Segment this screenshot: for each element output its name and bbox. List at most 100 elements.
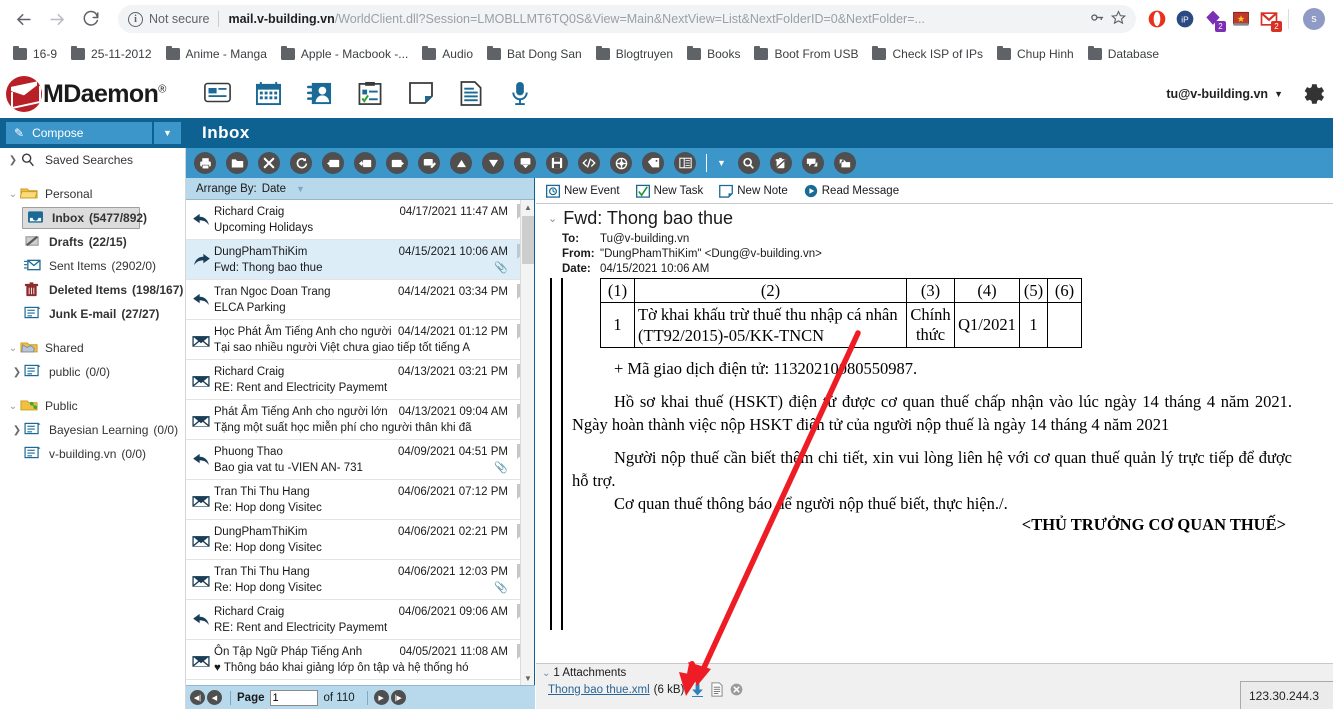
key-icon[interactable] [1090, 10, 1105, 28]
email-icon[interactable] [203, 81, 231, 108]
sidebar-item-public[interactable]: ❯ public (0/0) [0, 360, 186, 384]
sidebar-item-deleted-items[interactable]: Deleted Items (198/167) [0, 278, 186, 302]
message-list-item[interactable]: Tran Ngoc Doan Trang 04/14/2021 03:34 PM … [186, 280, 534, 320]
scroll-up-icon[interactable]: ▲ [521, 200, 535, 214]
message-list-item[interactable]: Phuong Thao 04/09/2021 04:51 PM Bao gia v… [186, 440, 534, 480]
new-task-button[interactable]: New Task [635, 184, 703, 198]
move-to-folder-icon[interactable] [226, 152, 248, 174]
sidebar-item-sent-items[interactable]: Sent Items (2902/0) [0, 254, 186, 278]
documents-icon[interactable] [459, 80, 486, 108]
chevron-right-icon[interactable]: ❯ [6, 155, 20, 166]
avatar[interactable]: s [1303, 8, 1325, 30]
flag-extension-icon[interactable] [1228, 6, 1254, 32]
saved-searches-row[interactable]: ❯ Saved Searches [0, 148, 186, 172]
prev-page-icon[interactable]: ◀ [207, 690, 222, 705]
message-list-item[interactable]: Richard Craig 04/13/2021 03:21 PM RE: Ren… [186, 360, 534, 400]
sidebar-item-junk-email[interactable]: Junk E-mail (27/27) [0, 302, 186, 326]
voicemail-icon[interactable] [510, 81, 537, 108]
sidebar-item-bayesian-learning[interactable]: ❯ Bayesian Learning (0/0) [0, 418, 186, 442]
sidebar-item-inbox[interactable]: Inbox (5477/892) [22, 207, 147, 229]
chevron-right-icon[interactable]: ❯ [10, 367, 24, 378]
attachments-header[interactable]: ⌄ 1 Attachments [542, 667, 1333, 679]
calendar-icon[interactable] [255, 81, 282, 108]
message-list-item[interactable]: Richard Craig 04/17/2021 11:47 AM Upcomin… [186, 200, 534, 240]
bookmark-item[interactable]: Database [1081, 44, 1166, 64]
chevron-right-icon[interactable]: ❯ [10, 425, 24, 436]
page-input[interactable] [269, 689, 318, 706]
view-layout-icon[interactable] [674, 152, 696, 174]
reload-icon[interactable] [76, 4, 106, 34]
chevron-down-icon[interactable]: ▼ [296, 184, 305, 194]
empty-trash-icon[interactable] [769, 152, 792, 174]
first-page-icon[interactable]: ◀| [190, 690, 205, 705]
next-page-icon[interactable]: ▶ [373, 690, 389, 705]
chevron-down-icon[interactable]: ⌄ [6, 401, 20, 412]
refresh-icon[interactable] [290, 152, 312, 174]
address-bar[interactable]: i Not secure mail.v-building.vn/WorldCli… [118, 5, 1136, 33]
bookmark-item[interactable]: Apple - Macbook -... [274, 44, 415, 64]
user-email-label[interactable]: tu@v-building.vn [1166, 87, 1268, 101]
bookmark-item[interactable]: Check ISP of IPs [865, 44, 990, 64]
sidebar-group-public[interactable]: ⌄ Public [0, 394, 186, 418]
notes-icon[interactable] [408, 81, 435, 108]
compose-dropdown-button[interactable]: ▼ [153, 122, 181, 144]
message-list-item[interactable]: Richard Craig 04/06/2021 09:06 AM RE: Ren… [186, 600, 534, 640]
mark-read-icon[interactable] [514, 152, 536, 174]
view-source-icon[interactable] [578, 152, 600, 174]
spam-icon[interactable] [801, 152, 824, 174]
bookmark-item[interactable]: 25-11-2012 [64, 44, 159, 64]
message-list-item[interactable]: DungPhamThiKim 04/06/2021 02:21 PM Re: Ho… [186, 520, 534, 560]
gear-icon[interactable] [1297, 80, 1325, 108]
redirect-icon[interactable] [610, 152, 632, 174]
message-list-item[interactable]: Tran Thi Thu Hang 04/06/2021 07:12 PM Re:… [186, 480, 534, 520]
move-up-icon[interactable] [450, 152, 472, 174]
star-icon[interactable] [1110, 10, 1127, 28]
bookmark-item[interactable]: Bat Dong San [480, 44, 589, 64]
tag-icon[interactable] [642, 152, 664, 174]
sidebar-group-personal[interactable]: ⌄ Personal [0, 182, 186, 206]
chevron-down-icon[interactable]: ⌄ [542, 668, 550, 679]
sidebar-item-v-building[interactable]: v-building.vn (0/0) [0, 442, 186, 466]
remove-attachment-icon[interactable] [730, 683, 743, 696]
save-icon[interactable] [546, 152, 568, 174]
bookmark-item[interactable]: Anime - Manga [159, 44, 274, 64]
arrange-by-bar[interactable]: Arrange By: Date ▼ [186, 178, 534, 200]
scroll-down-icon[interactable]: ▼ [521, 671, 535, 685]
list-scrollbar[interactable]: ▲ ▼ [520, 200, 534, 685]
print-icon[interactable] [194, 152, 216, 174]
bookmark-item[interactable]: Boot From USB [747, 44, 865, 64]
not-spam-icon[interactable] [833, 152, 856, 174]
bookmark-item[interactable]: Blogtruyen [589, 44, 680, 64]
reply-all-icon[interactable] [354, 152, 376, 174]
attachment-filename-link[interactable]: Thong bao thue.xml [548, 684, 650, 696]
forward-arrow-icon[interactable] [42, 4, 72, 34]
contacts-icon[interactable] [306, 81, 333, 108]
chevron-down-icon[interactable]: ⌄ [548, 212, 557, 225]
gmail-extension-icon[interactable]: 2 [1256, 6, 1282, 32]
last-page-icon[interactable]: |▶ [390, 690, 406, 705]
bookmark-item[interactable]: 16-9 [6, 44, 64, 64]
bookmark-item[interactable]: Books [680, 44, 747, 64]
tasks-icon[interactable] [357, 81, 384, 108]
chevron-down-icon[interactable]: ⌄ [6, 189, 20, 200]
chevron-down-icon[interactable]: ▼ [1274, 89, 1283, 99]
edit-as-new-icon[interactable] [418, 152, 440, 174]
bookmark-item[interactable]: Audio [415, 44, 480, 64]
chevron-down-icon[interactable]: ▼ [717, 158, 726, 168]
view-file-icon[interactable] [711, 682, 723, 697]
move-down-icon[interactable] [482, 152, 504, 174]
sidebar-item-drafts[interactable]: Drafts (22/15) [0, 230, 186, 254]
read-message-button[interactable]: Read Message [804, 184, 899, 198]
purple-extension-icon[interactable]: 2 [1200, 6, 1226, 32]
opera-extension-icon[interactable] [1144, 6, 1170, 32]
back-arrow-icon[interactable] [8, 4, 38, 34]
compose-button[interactable]: ✎ Compose [6, 122, 152, 144]
sidebar-group-shared[interactable]: ⌄ Shared [0, 336, 186, 360]
new-note-button[interactable]: New Note [719, 184, 788, 198]
info-icon[interactable]: i [128, 11, 143, 27]
bookmark-item[interactable]: Chup Hinh [990, 44, 1081, 64]
download-icon[interactable] [691, 683, 704, 697]
message-list-item[interactable]: DungPhamThiKim 04/15/2021 10:06 AM Fwd: T… [186, 240, 534, 280]
message-list-item[interactable]: Ôn Tập Ngữ Pháp Tiếng Anh 04/05/2021 11:0… [186, 640, 534, 680]
new-event-button[interactable]: New Event [546, 184, 620, 198]
